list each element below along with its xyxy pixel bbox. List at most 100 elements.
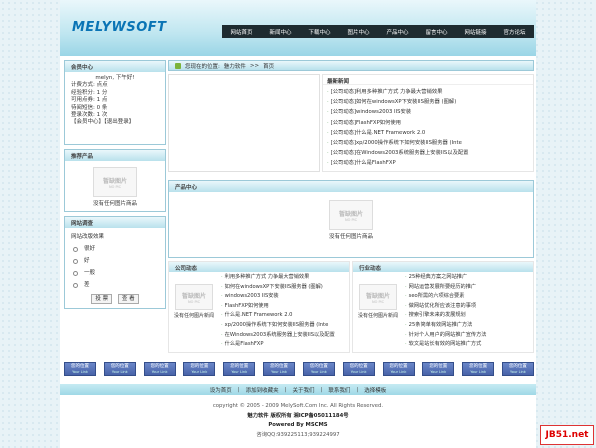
company-item[interactable]: · 什么是FlashFXP <box>221 340 349 350</box>
poll-option[interactable]: 差 <box>71 279 159 291</box>
industry-item[interactable]: · 针对个人用户的网站推广宣传方法 <box>405 331 533 341</box>
site-logo[interactable]: MELYWSOFT <box>72 20 167 35</box>
friend-link-label: 您的位置 <box>150 364 169 369</box>
breadcrumb-site[interactable]: 魅力软件 <box>224 62 246 70</box>
industry-item[interactable]: · 做网站优化所应该注意的事项 <box>405 302 533 312</box>
company-item[interactable]: · FlashFXP如何使用 <box>221 302 349 312</box>
industry-image: 暂缺图片 NO PIC 没有任何图片新闻 <box>353 272 403 350</box>
industry-item[interactable]: · 搜索引擎未来的发展规划 <box>405 311 533 321</box>
poll-box: 网站调查 网站改版效果 很好 好 一般 差 投 票 查 看 <box>64 216 166 309</box>
friend-link-sub: Your Link <box>350 370 367 374</box>
breadcrumb-sep: >> <box>249 62 260 69</box>
industry-title: 行业动态 <box>353 262 533 272</box>
nav-item[interactable]: 官方论坛 <box>503 28 525 36</box>
friend-link-label: 您的位置 <box>389 364 408 369</box>
no-pic-image: 暂缺图片 NO PIC <box>93 167 137 197</box>
poll-option[interactable]: 一般 <box>71 267 159 279</box>
friend-link-label: 您的位置 <box>309 364 328 369</box>
friend-links: 您的位置 Your Link 您的位置 Your Link 您的位置 Your Link 您… <box>64 362 534 376</box>
friend-link-button[interactable]: 您的位置 Your Link <box>103 362 136 376</box>
breadcrumb: 您现在的位置: 魅力软件 >> 首页 <box>168 60 534 71</box>
breadcrumb-page: 首页 <box>263 63 275 70</box>
radio-icon[interactable] <box>73 246 78 252</box>
industry-news: 行业动态 暂缺图片 NO PIC 没有任何图片新闻 · 25种经典方案之网站推广 … <box>352 261 534 353</box>
nav-item[interactable]: 下载中心 <box>308 28 330 36</box>
news-item[interactable]: · [公司动态]什么是.NET Framework 2.0 <box>327 128 529 138</box>
friend-link-sub: Your Link <box>111 370 128 374</box>
poll-option-label: 好 <box>84 258 90 264</box>
poll-body: 网站改版效果 很好 好 一般 差 投 票 查 看 <box>65 228 165 308</box>
friend-link-button[interactable]: 您的位置 Your Link <box>382 362 415 376</box>
no-pic-sub: NO PIC <box>187 299 201 304</box>
friend-link-button[interactable]: 您的位置 Your Link <box>263 362 296 376</box>
member-info: melyn, 下午好! 计费方式: 点点 经验积分: 1 分 可用点券: 1 点… <box>65 72 165 144</box>
nav-item[interactable]: 图片中心 <box>347 28 369 36</box>
radio-icon[interactable] <box>73 282 78 288</box>
friend-link-button[interactable]: 您的位置 Your Link <box>501 362 534 376</box>
no-pic-sub: NO PIC <box>371 299 385 304</box>
friend-link-sub: Your Link <box>72 370 88 374</box>
vote-button[interactable]: 投 票 <box>91 294 113 304</box>
nav-item[interactable]: 网站链接 <box>464 28 486 36</box>
company-item[interactable]: · 如何在windowsXP下安装IIS服务器 (图解) <box>221 283 349 293</box>
news-item[interactable]: · [公司动态]windows2003 IIS安装 <box>327 107 529 117</box>
footer-link[interactable]: 添加到收藏夹 <box>246 386 279 394</box>
home-icon <box>175 62 181 69</box>
industry-caption: 没有任何图片新闻 <box>357 313 398 319</box>
friend-link-button[interactable]: 您的位置 Your Link <box>183 362 216 376</box>
friend-link-button[interactable]: 您的位置 Your Link <box>223 362 256 376</box>
industry-item[interactable]: · 软文是站长有效的网站推广方式 <box>405 340 533 350</box>
friend-link-sub: Your Link <box>430 370 447 374</box>
footer-link[interactable]: 选择模板 <box>364 386 386 394</box>
footer-link[interactable]: 设为首页 <box>210 386 232 394</box>
company-item[interactable]: · 利用多种推广方式 力争最大营销效果 <box>221 273 349 283</box>
latest-news: 最新新闻 · [公司动态]利用多种推广方式 力争最大营销效果 · [公司动态]如何在… <box>320 74 534 174</box>
member-links[interactable]: 【会员中心】【退出登录】 <box>71 119 159 126</box>
powered-by[interactable]: Powered By MSCMS <box>268 422 327 428</box>
company-item[interactable]: · 什么是.NET Framework 2.0 <box>221 311 349 321</box>
news-item[interactable]: · [公司动态]xp/2000操作系统下如何安装IIS服务器 (Inte <box>327 138 529 148</box>
friend-link-sub: Your Link <box>151 370 168 374</box>
poll-option[interactable]: 好 <box>71 255 159 267</box>
radio-icon[interactable] <box>73 258 78 264</box>
friend-link-button[interactable]: 您的位置 Your Link <box>342 362 375 376</box>
footer-link[interactable]: 关于我们 <box>292 386 314 394</box>
member-title: 会员中心 <box>65 61 165 72</box>
poll-option-label: 一般 <box>84 270 96 276</box>
industry-item[interactable]: · 网站运营发展所要经历的推广 <box>405 283 533 293</box>
industry-item[interactable]: · 25种经典方案之网站推广 <box>405 273 533 283</box>
no-pic-image: 暂缺图片 NO PIC <box>329 200 373 230</box>
member-line: 可用点券: 1 点 <box>71 97 108 104</box>
nav-item[interactable]: 留言中心 <box>425 28 447 36</box>
owner-text: 魅力软件 版权所有 湘ICP备05011184号 <box>247 412 349 419</box>
news-item[interactable]: · [公司动态]在Windows2003系统服务器上安装IIS以及配置 <box>327 148 529 158</box>
company-item[interactable]: · windows2003 IIS安装 <box>221 292 349 302</box>
industry-item[interactable]: · seo所需的六项综合要素 <box>405 292 533 302</box>
footer-link[interactable]: 联系我们 <box>328 386 350 394</box>
news-item[interactable]: · [公司动态]如何在windowsXP下安装IIS服务器 (图解) <box>327 97 529 107</box>
friend-link-button[interactable]: 您的位置 Your Link <box>302 362 335 376</box>
industry-item[interactable]: · 25条简单有效网站推广方法 <box>405 321 533 331</box>
friend-link-button[interactable]: 您的位置 Your Link <box>64 362 96 376</box>
copyright: copyright © 2005 - 2009 MelySoft.Com Inc… <box>212 403 384 409</box>
friend-link-sub: Your Link <box>191 370 208 374</box>
view-button[interactable]: 查 看 <box>117 294 139 304</box>
no-pic-sub: NO PIC <box>108 184 122 189</box>
recommend-box: 推荐产品 暂缺图片 NO PIC 没有任何图片商品 <box>64 149 166 212</box>
company-item[interactable]: · xp/2000操作系统下如何安装IIS服务器 (Inte <box>221 321 349 331</box>
company-item[interactable]: · 在Windows2003系统服务器上安装IIS以及配置 <box>221 331 349 341</box>
poll-option[interactable]: 很好 <box>71 243 159 255</box>
nav-item[interactable]: 产品中心 <box>386 28 408 36</box>
news-item[interactable]: · [公司动态]什么是FlashFXP <box>327 158 529 168</box>
news-item[interactable]: · [公司动态]FlashFXP如何使用 <box>327 118 529 128</box>
friend-link-sub: Your Link <box>310 370 327 374</box>
friend-link-button[interactable]: 您的位置 Your Link <box>143 362 176 376</box>
friend-link-button[interactable]: 您的位置 Your Link <box>422 362 455 376</box>
company-image: 暂缺图片 NO PIC 没有任何图片新闻 <box>169 272 219 350</box>
no-pic-text: 暂缺图片 <box>102 177 127 185</box>
nav-item[interactable]: 新闻中心 <box>269 28 291 36</box>
friend-link-button[interactable]: 您的位置 Your Link <box>462 362 495 376</box>
radio-icon[interactable] <box>73 270 78 276</box>
news-item[interactable]: · [公司动态]利用多种推广方式 力争最大营销效果 <box>327 87 529 97</box>
nav-item[interactable]: 网站首页 <box>230 28 252 36</box>
